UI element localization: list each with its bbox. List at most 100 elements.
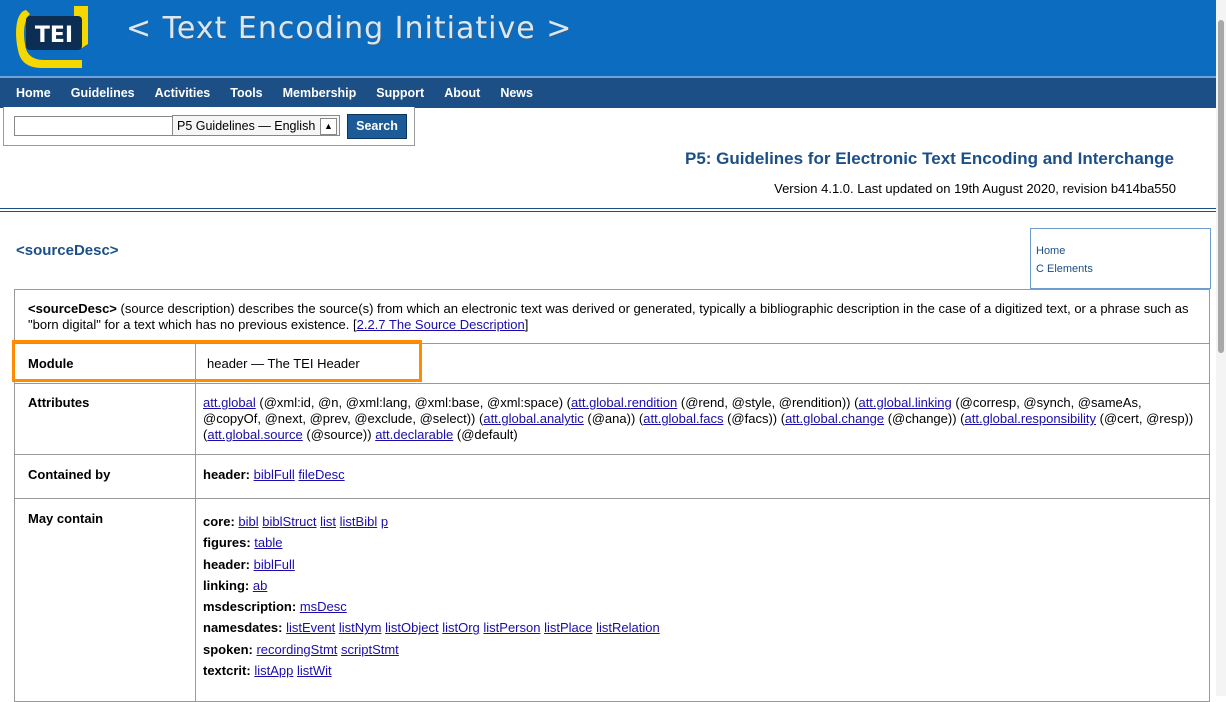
attribute-class-link[interactable]: att.global.responsibility — [965, 411, 1097, 426]
attribute-class-link[interactable]: att.declarable — [375, 427, 453, 442]
module-value: header — The TEI Header — [195, 343, 1210, 384]
may-contain-group: core: bibl biblStruct list listBibl p — [203, 511, 1209, 532]
attribute-list: (@facs)) — [723, 411, 781, 426]
module-row: Module header — The TEI Header — [14, 343, 1210, 384]
select-chevron-icon: ▲︎ — [320, 118, 337, 135]
element-link[interactable]: biblFull — [254, 557, 295, 572]
version-info: Version 4.1.0. Last updated on 19th Augu… — [774, 181, 1176, 196]
description-ref-link[interactable]: 2.2.7 The Source Description — [357, 317, 525, 332]
may-contain-group: msdescription: msDesc — [203, 596, 1209, 617]
module-name: header: — [203, 556, 250, 572]
module-name: textcrit: — [203, 663, 251, 679]
nav-item-membership[interactable]: Membership — [283, 78, 357, 108]
tei-logo[interactable]: TEI — [12, 4, 90, 70]
module-label: Module — [14, 343, 196, 384]
element-link[interactable]: ab — [253, 578, 267, 593]
divider — [0, 208, 1216, 209]
element-link[interactable]: p — [381, 514, 388, 529]
main-nav: Home Guidelines Activities Tools Members… — [0, 76, 1226, 108]
module-name: figures: — [203, 535, 251, 551]
element-link[interactable]: bibl — [238, 514, 258, 529]
attribute-class-link[interactable]: att.global.change — [785, 411, 884, 426]
attribute-list: (@rend, @style, @rendition)) — [677, 395, 855, 410]
divider — [0, 211, 1216, 212]
attributes-label: Attributes — [14, 383, 196, 455]
may-contain-group: linking: ab — [203, 575, 1209, 596]
element-link[interactable]: listNym — [339, 620, 382, 635]
attribute-list: (@source)) — [302, 427, 376, 442]
may-contain-group: spoken: recordingStmt scriptStmt — [203, 639, 1209, 660]
element-link[interactable]: listEvent — [286, 620, 335, 635]
site-title: < Text Encoding Initiative > — [126, 11, 573, 46]
module-name: core: — [203, 514, 235, 529]
element-link[interactable]: recordingStmt — [256, 642, 337, 657]
sidebar-link-c-elements[interactable]: C Elements — [1036, 263, 1093, 275]
element-link[interactable]: scriptStmt — [341, 642, 399, 657]
attribute-list: (@change)) — [884, 411, 961, 426]
logo-text: TEI — [35, 23, 73, 48]
element-link[interactable]: msDesc — [300, 599, 347, 614]
attribute-class-link[interactable]: att.global.rendition — [571, 395, 677, 410]
search-input[interactable] — [14, 116, 173, 136]
description-text: (source description) describes the sourc… — [28, 301, 1189, 332]
description-row: <sourceDesc> (source description) descri… — [14, 289, 1210, 344]
attribute-class-link[interactable]: att.global — [203, 395, 256, 410]
sidebar-link-home[interactable]: Home — [1036, 245, 1065, 257]
guidelines-title: P5: Guidelines for Electronic Text Encod… — [685, 149, 1174, 168]
element-link[interactable]: table — [254, 535, 282, 550]
guidelines-language-select[interactable]: P5 Guidelines — English ▲︎ — [172, 115, 340, 136]
contained-by-label: Contained by — [14, 454, 196, 499]
description-element-name: <sourceDesc> — [28, 301, 117, 316]
element-spec-table: <sourceDesc> (source description) descri… — [14, 289, 1210, 702]
may-contain-value: core: bibl biblStruct list listBibl p fi… — [195, 497, 1210, 702]
select-value: P5 Guidelines — English — [177, 118, 316, 133]
nav-item-activities[interactable]: Activities — [155, 78, 211, 108]
nav-item-support[interactable]: Support — [376, 78, 424, 108]
attribute-list: (@cert, @resp)) — [1096, 411, 1194, 426]
may-contain-group: figures: table — [203, 532, 1209, 553]
element-link[interactable]: listPlace — [544, 620, 592, 635]
contained-by-value: header: biblFull fileDesc — [195, 454, 1210, 499]
may-contain-group: namesdates: listEvent listNym listObject… — [203, 617, 1209, 638]
attribute-class-link[interactable]: att.global.linking — [858, 395, 951, 410]
nav-item-news[interactable]: News — [500, 78, 533, 108]
element-link[interactable]: listWit — [297, 663, 332, 678]
sidebar-nav: Home C Elements — [1030, 228, 1211, 289]
may-contain-label: May contain — [14, 497, 196, 702]
attribute-class-link[interactable]: att.global.facs — [643, 411, 723, 426]
scrollbar[interactable] — [1216, 0, 1226, 696]
element-link[interactable]: listObject — [385, 620, 438, 635]
may-contain-group: textcrit: listApp listWit — [203, 660, 1209, 681]
element-link[interactable]: listOrg — [442, 620, 480, 635]
nav-item-home[interactable]: Home — [16, 78, 51, 108]
attribute-class-link[interactable]: att.global.analytic — [483, 411, 583, 426]
element-link[interactable]: listBibl — [340, 514, 378, 529]
element-link[interactable]: listApp — [254, 663, 293, 678]
attribute-class-link[interactable]: att.global.source — [207, 427, 302, 442]
contained-by-row: Contained by header: biblFull fileDesc — [14, 454, 1210, 499]
element-link[interactable]: listPerson — [483, 620, 540, 635]
may-contain-row: May contain core: bibl biblStruct list l… — [14, 497, 1210, 702]
element-link[interactable]: biblStruct — [262, 514, 316, 529]
attributes-row: Attributes att.global (@xml:id, @n, @xml… — [14, 383, 1210, 455]
search-box: P5 Guidelines — English ▲︎ Search — [3, 107, 415, 146]
element-link[interactable]: listRelation — [596, 620, 660, 635]
module-name: msdescription: — [203, 599, 297, 615]
module-name: header: — [203, 467, 250, 482]
scrollbar-thumb[interactable] — [1218, 20, 1224, 353]
module-name: spoken: — [203, 641, 253, 657]
nav-item-tools[interactable]: Tools — [230, 78, 262, 108]
search-button[interactable]: Search — [347, 114, 407, 139]
attributes-value: att.global (@xml:id, @n, @xml:lang, @xml… — [195, 383, 1210, 455]
attribute-list: (@default) — [453, 427, 518, 442]
attribute-list: (@ana)) — [583, 411, 639, 426]
element-link[interactable]: biblFull — [254, 467, 295, 482]
nav-item-about[interactable]: About — [444, 78, 480, 108]
may-contain-group: header: biblFull — [203, 554, 1209, 575]
element-link[interactable]: list — [320, 514, 336, 529]
module-name: namesdates: — [203, 620, 283, 636]
element-link[interactable]: fileDesc — [298, 467, 344, 482]
attribute-list: (@xml:id, @n, @xml:lang, @xml:base, @xml… — [255, 395, 567, 410]
description-end: ] — [524, 317, 529, 332]
nav-item-guidelines[interactable]: Guidelines — [71, 78, 135, 108]
